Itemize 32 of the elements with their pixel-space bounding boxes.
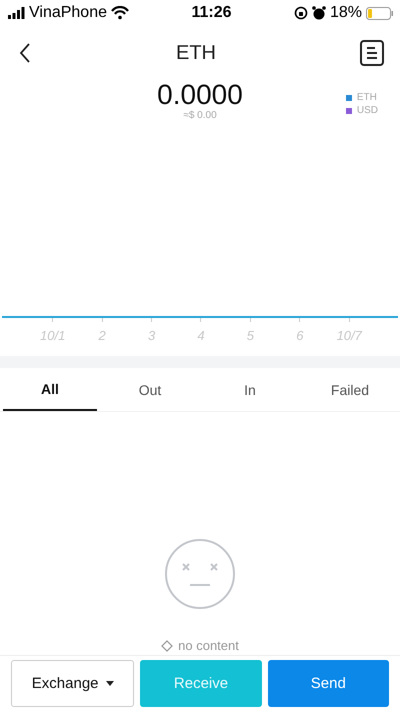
page-title: ETH [176,42,216,64]
document-icon[interactable] [360,40,384,66]
filter-tab[interactable]: Failed [303,368,397,411]
balance-amount: 0.0000 [157,80,243,110]
tick-mark [299,318,300,322]
back-icon[interactable] [18,42,32,64]
battery-icon [366,6,394,20]
signal-icon [8,7,25,19]
filter-tab[interactable]: All [3,368,97,411]
filter-tab[interactable]: Out [103,368,197,411]
empty-message: no content [178,638,239,653]
tick-mark [250,318,251,322]
tick-mark [52,318,54,322]
rotation-lock-icon [294,6,308,20]
legend-label: USD [356,105,378,116]
legend-label: ETH [356,92,377,103]
action-button[interactable]: Send [268,660,389,707]
filter-tab[interactable]: In [203,368,297,411]
tick-mark [348,318,350,322]
diamond-icon [161,640,174,652]
battery-percent: 18% [330,4,362,22]
carrier-name: VinaPhone [29,4,107,22]
fiat-value: ≈$ 0.00 [183,110,217,121]
sad-face-icon [164,538,236,610]
tick-mark [102,318,103,322]
tick-mark [200,318,202,322]
caret-icon [106,681,114,686]
clock-time: 11:26 [191,4,232,22]
tick-mark [151,318,152,322]
exchange-dropdown[interactable]: Exchange [11,660,134,707]
alarm-clock-icon [312,6,326,20]
wifi-icon [111,6,129,20]
